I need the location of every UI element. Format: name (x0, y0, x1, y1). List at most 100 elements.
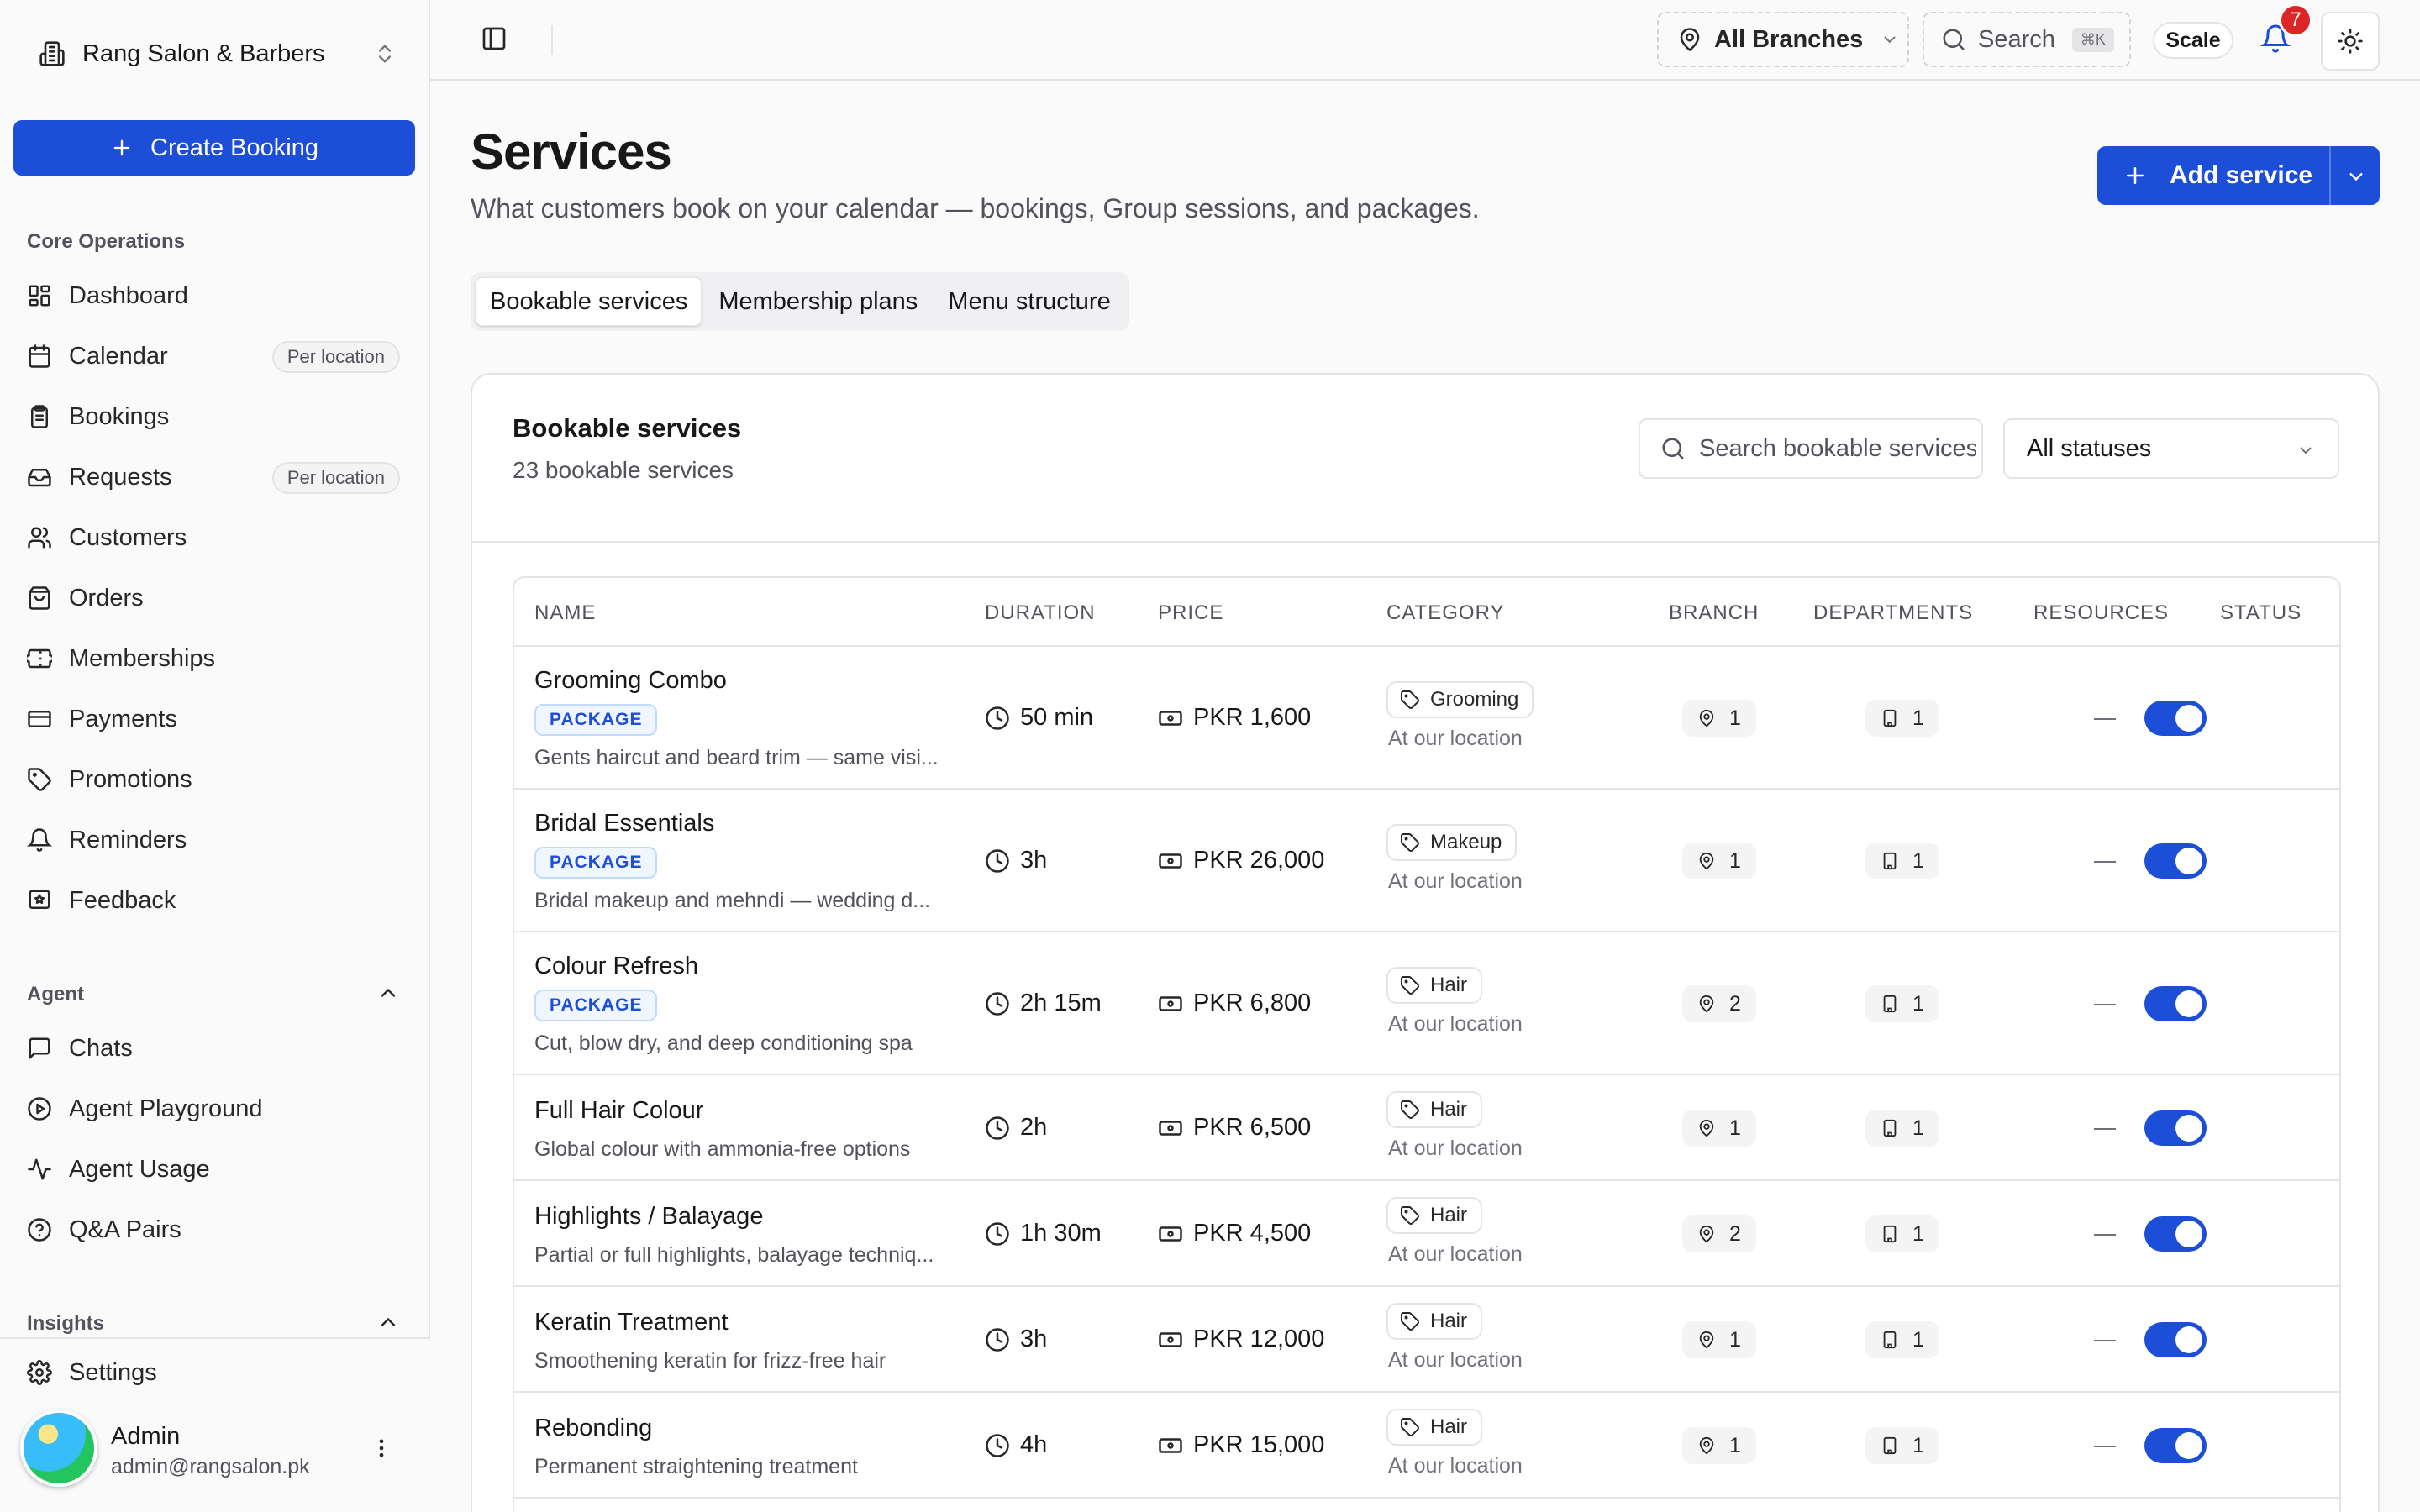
price-cell: PKR 6,800 (1158, 990, 1311, 1017)
scale-button[interactable]: Scale (2153, 22, 2233, 59)
table-row[interactable]: Rebonding Permanent straightening treatme… (514, 1393, 2339, 1499)
duration-cell: 2h 15m (985, 990, 1102, 1017)
status-toggle[interactable] (2144, 1110, 2207, 1146)
category-value: Makeup (1430, 831, 1502, 853)
sidebar-item-qa-pairs[interactable]: Q&A Pairs (13, 1200, 415, 1260)
branch-count[interactable]: 1 (1682, 700, 1756, 737)
branch-count[interactable]: 1 (1682, 843, 1756, 879)
tag-icon (1400, 832, 1420, 853)
sidebar-item-payments[interactable]: Payments (13, 689, 415, 749)
status-toggle[interactable] (2144, 843, 2207, 879)
sidebar-item-memberships[interactable]: Memberships (13, 628, 415, 689)
sidebar-item-label: Requests (69, 463, 172, 491)
branch-count[interactable]: 2 (1682, 985, 1756, 1022)
column-header-price[interactable]: PRICE (1158, 601, 1223, 625)
chevron-down-icon[interactable] (2344, 165, 2368, 188)
sidebar-item-feedback[interactable]: Feedback (13, 870, 415, 931)
table-row[interactable]: Bridal Essentials PACKAGE Bridal makeup an… (514, 790, 2339, 932)
theme-toggle-button[interactable] (2321, 12, 2380, 71)
sidebar-item-customers[interactable]: Customers (13, 507, 415, 568)
branch-count[interactable]: 1 (1682, 1321, 1756, 1358)
status-toggle[interactable] (2144, 986, 2207, 1021)
column-header-departments[interactable]: DEPARTMENTS (1813, 601, 1973, 625)
sidebar-item-requests[interactable]: Requests Per location (13, 447, 415, 507)
map-pin-icon (1697, 995, 1716, 1013)
tab-membership-plans[interactable]: Membership plans (705, 277, 931, 326)
tab-bookable-services[interactable]: Bookable services (476, 277, 702, 326)
table-row[interactable]: Keratin Treatment Smoothening keratin for… (514, 1287, 2339, 1393)
services-search[interactable] (1639, 418, 1983, 479)
departments-count[interactable]: 1 (1865, 843, 1939, 879)
departments-count-value: 1 (1912, 1433, 1924, 1457)
column-header-status[interactable]: STATUS (2220, 601, 2302, 625)
category-value: Hair (1430, 1310, 1468, 1332)
status-toggle[interactable] (2144, 701, 2207, 736)
location-type: At our location (1388, 727, 1523, 750)
column-header-duration[interactable]: DURATION (985, 601, 1096, 625)
departments-count[interactable]: 1 (1865, 1215, 1939, 1252)
clock-icon (985, 991, 1010, 1016)
column-header-resources[interactable]: RESOURCES (2033, 601, 2169, 625)
branch-selector[interactable]: All Branches (1657, 12, 1909, 67)
sidebar-item-calendar[interactable]: Calendar Per location (13, 326, 415, 386)
column-header-branch[interactable]: BRANCH (1669, 601, 1759, 625)
banknote-icon (1158, 1116, 1183, 1141)
sidebar-item-agent-playground[interactable]: Agent Playground (13, 1079, 415, 1139)
sidebar-toggle-icon[interactable] (481, 25, 508, 52)
tag-icon (27, 767, 52, 792)
more-vertical-icon[interactable] (370, 1436, 393, 1460)
sidebar-item-chats[interactable]: Chats (13, 1018, 415, 1079)
sidebar-item-bookings[interactable]: Bookings (13, 386, 415, 447)
sidebar-item-promotions[interactable]: Promotions (13, 749, 415, 810)
status-toggle[interactable] (2144, 1428, 2207, 1463)
chevron-up-icon[interactable] (376, 1310, 400, 1334)
create-booking-button[interactable]: Create Booking (13, 120, 415, 176)
clock-icon (985, 706, 1010, 731)
sidebar-item-settings[interactable]: Settings (13, 1342, 415, 1403)
table-row[interactable]: Colour Refresh PACKAGE Cut, blow dry, and … (514, 932, 2339, 1075)
service-name[interactable]: Keratin Treatment (534, 1309, 729, 1336)
departments-count[interactable]: 1 (1865, 1427, 1939, 1464)
status-toggle[interactable] (2144, 1216, 2207, 1252)
sidebar-item-agent-usage[interactable]: Agent Usage (13, 1139, 415, 1200)
branch-count[interactable]: 1 (1682, 1427, 1756, 1464)
service-name[interactable]: Colour Refresh (534, 953, 698, 980)
user-profile[interactable]: Admin admin@rangsalon.pk (20, 1406, 407, 1490)
branch-count[interactable]: 1 (1682, 1110, 1756, 1147)
section-agent: Agent (27, 983, 84, 1005)
status-toggle[interactable] (2144, 1322, 2207, 1357)
create-booking-label: Create Booking (150, 134, 318, 161)
service-name[interactable]: Grooming Combo (534, 667, 727, 695)
service-name[interactable]: Full Hair Colour (534, 1097, 703, 1125)
org-switcher[interactable]: Rang Salon & Barbers (27, 30, 397, 77)
column-header-category[interactable]: CATEGORY (1386, 601, 1504, 625)
resources-empty (2094, 861, 2116, 863)
sidebar-item-orders[interactable]: Orders (13, 568, 415, 628)
departments-count[interactable]: 1 (1865, 1321, 1939, 1358)
departments-count[interactable]: 1 (1865, 700, 1939, 737)
banknote-icon (1158, 1433, 1183, 1458)
table-row[interactable]: Grooming Combo PACKAGE Gents haircut and b… (514, 647, 2339, 790)
branch-count[interactable]: 2 (1682, 1215, 1756, 1252)
clock-icon (985, 1327, 1010, 1352)
price-value: PKR 26,000 (1193, 847, 1325, 874)
departments-count[interactable]: 1 (1865, 985, 1939, 1022)
column-header-name[interactable]: NAME (534, 601, 596, 625)
departments-count[interactable]: 1 (1865, 1110, 1939, 1147)
table-row[interactable]: Full Hair Colour Global colour with ammon… (514, 1075, 2339, 1181)
sidebar-item-reminders[interactable]: Reminders (13, 810, 415, 870)
services-search-input[interactable] (1699, 434, 1976, 463)
service-name[interactable]: Bridal Essentials (534, 810, 714, 837)
banknote-icon (1158, 1221, 1183, 1247)
sidebar-item-dashboard[interactable]: Dashboard (13, 265, 415, 326)
chevron-up-icon[interactable] (376, 981, 400, 1005)
add-service-button[interactable]: Add service (2097, 146, 2380, 205)
tag-icon (1400, 975, 1420, 995)
global-search[interactable]: Search ⌘K (1923, 12, 2131, 67)
service-name[interactable]: Rebonding (534, 1415, 652, 1442)
table-row[interactable]: Highlights / Balayage Partial or full hig… (514, 1181, 2339, 1287)
tab-menu-structure[interactable]: Menu structure (934, 277, 1123, 326)
service-name[interactable]: Highlights / Balayage (534, 1203, 763, 1231)
status-filter[interactable]: All statuses (2003, 418, 2339, 479)
resources-empty (2094, 1128, 2116, 1130)
